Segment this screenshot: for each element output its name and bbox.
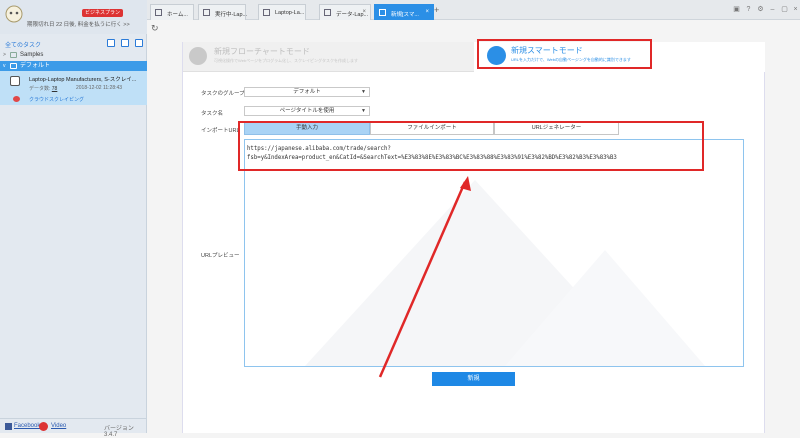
tab-label: Laptop-La... [275,10,305,16]
tree-item-label: デフォルト [20,63,51,69]
page-icon [324,9,331,16]
import-icon[interactable] [135,39,143,47]
flowchart-icon [189,47,207,65]
close-window-icon[interactable]: × [792,6,799,13]
task-date: 2018-12-02 11:28:43 [76,85,123,91]
home-icon [155,9,162,16]
tab-running[interactable]: 実行中-Lap... [198,4,248,20]
highlight-box-url [238,121,704,171]
caret-down-icon: ▼ [361,108,366,114]
plan-badge: ビジネスプラン [82,9,124,17]
gift-icon[interactable]: ▣ [733,6,740,13]
sidebar-toolbar: 全てのタスク [0,38,147,49]
maximize-icon[interactable]: ▢ [781,6,788,13]
facebook-link[interactable]: Facebook [14,423,40,429]
group-select[interactable]: デフォルト ▼ [244,87,370,97]
tree-item-default[interactable]: v デフォルト [0,61,147,71]
cloud-scraping-link[interactable]: クラウドスクレイピング [29,96,84,103]
highlight-box-smart-mode [477,39,652,69]
tab-home[interactable]: ホーム... [150,4,194,20]
settings-icon[interactable]: ⚙ [757,6,764,13]
flowchart-mode-option[interactable]: 新規フローチャートモード 可視化操作でWebページをプログラム化し、スクレイピン… [183,42,474,72]
sidebar-header: ビジネスプラン 期限切れ日 22 日後, 料金を払うに行く >> [0,0,147,34]
url-preview-label: URLプレビュー [201,253,240,259]
tab-label: 新規[スマ... [391,12,419,18]
import-url-label: インポートURL [201,128,240,134]
chevron-down-icon: v [3,63,6,69]
close-icon[interactable]: × [362,9,366,15]
tab-laptop[interactable]: Laptop-La... [258,4,306,20]
folder-icon [10,63,17,69]
help-icon[interactable]: ? [745,6,752,13]
group-label: タスクのグループ [201,91,245,97]
add-tab-button[interactable]: + [434,5,439,15]
task-name-select-value: ページタイトルを使用 [279,108,335,114]
tree-item-samples[interactable]: > Samples [0,50,147,60]
expire-notice-link[interactable]: 期限切れ日 22 日後, 料金を払うに行く >> [27,20,130,28]
flowchart-mode-title: 新規フローチャートモード [214,47,310,56]
avatar[interactable] [5,5,23,23]
add-task-icon[interactable] [107,39,115,47]
page-icon [263,9,270,16]
tab-bar: ホーム... 実行中-Lap... Laptop-La... データ-Lap..… [147,0,800,20]
task-data-count: データ数: 78 [29,85,57,92]
add-folder-icon[interactable] [121,39,129,47]
tree-item-label: Samples [20,52,44,58]
group-select-value: デフォルト [293,89,321,95]
all-tasks-title: 全てのタスク [5,43,42,49]
sidebar-footer: Facebook Video バージョン 3.4.7 [0,418,147,438]
chevron-right-icon: > [3,52,6,58]
folder-icon [10,52,17,58]
count-value[interactable]: 78 [52,86,58,92]
robot-icon [10,76,20,86]
count-label: データ数: [29,86,51,92]
version-label: バージョン 3.4.7 [104,426,134,438]
caret-down-icon: ▼ [361,89,366,95]
tab-data[interactable]: データ-Lap... × [319,4,371,20]
facebook-icon[interactable] [5,423,12,430]
tab-label: ホーム... [167,12,188,18]
refresh-icon[interactable]: ↻ [151,23,159,34]
task-name-select[interactable]: ページタイトルを使用 ▼ [244,106,370,116]
page-icon [379,9,386,16]
url-textarea[interactable] [244,139,744,367]
tab-new-smart[interactable]: 新規[スマ... × [374,4,434,20]
minimize-icon[interactable]: – [769,6,776,13]
tab-label: 実行中-Lap... [215,12,248,18]
cloud-icon [13,96,20,102]
watermark-graphic [305,180,705,366]
task-name: Laptop-Laptop Manufacturers, S-スクレイ... [29,77,137,83]
video-icon[interactable] [39,422,48,431]
task-name-label: タスク名 [201,111,224,117]
annotation-arrow [378,176,471,378]
flowchart-mode-desc: 可視化操作でWebページをプログラム化し、スクレイピングタスクを作成します [214,58,358,63]
create-button[interactable]: 新規 [432,372,515,386]
page-icon [203,9,210,16]
sidebar: ビジネスプラン 期限切れ日 22 日後, 料金を払うに行く >> 全てのタスク … [0,0,147,438]
video-link[interactable]: Video [51,423,66,429]
close-icon[interactable]: × [425,9,429,15]
task-list-item[interactable]: Laptop-Laptop Manufacturers, S-スクレイ... デ… [0,71,147,105]
